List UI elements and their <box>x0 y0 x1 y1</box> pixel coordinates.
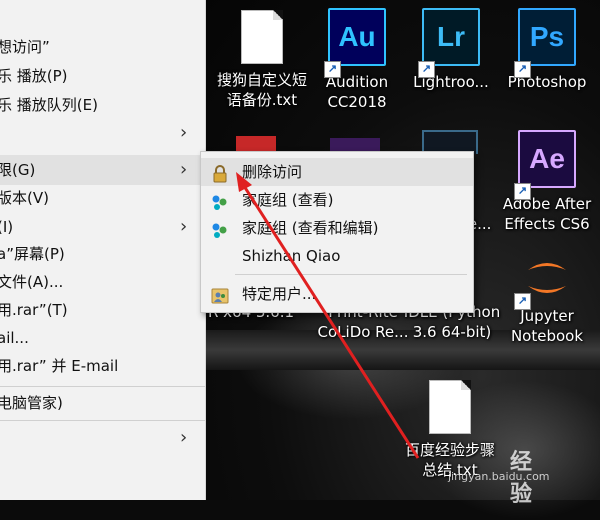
shortcut-arrow-icon: ↗ <box>514 183 531 200</box>
menu-item-compress-email[interactable]: ail... <box>0 323 205 353</box>
submenu-item-homegroup-view[interactable]: 家庭组 (查看) <box>201 186 473 214</box>
homegroup-icon <box>211 220 229 238</box>
photoshop-icon: Ps ↗ <box>514 8 576 78</box>
desktop-icon-label: Adobe After Effects CS6 <box>502 195 592 233</box>
desktop-icon-label: Lightroo... <box>413 73 489 91</box>
submenu-item-specific-people[interactable]: 特定用户... <box>201 280 473 308</box>
menu-item-submenu-2[interactable]: › <box>0 423 205 453</box>
desktop-icon-baidu-txt[interactable]: 百度经验步骤总结.txt <box>400 380 500 480</box>
desktop-icon-lightroom[interactable]: Lr ↗ Lightroo... <box>401 8 501 92</box>
desktop-icon-photoshop[interactable]: Ps ↗ Photoshop <box>497 8 597 92</box>
menu-item-add-archive[interactable]: 文件(A)... <box>0 267 205 297</box>
menu-item-submenu[interactable]: › <box>0 118 205 148</box>
chevron-right-icon: › <box>180 122 188 143</box>
submenu-item-remove-access[interactable]: 删除访问 <box>201 158 473 186</box>
chevron-right-icon: › <box>180 159 188 180</box>
chevron-right-icon: › <box>180 427 188 448</box>
jupyter-icon: ↗ <box>514 256 574 310</box>
menu-item-access[interactable]: 想访问” <box>0 32 205 62</box>
shortcut-arrow-icon: ↗ <box>324 61 341 78</box>
audition-icon: Au ↗ <box>324 8 386 78</box>
context-menu: 想访问” 乐 播放(P) 乐 播放队列(E) › 限(G) › 版本(V) (I… <box>0 0 206 500</box>
lightroom-icon: Lr ↗ <box>418 8 480 78</box>
menu-item-play-queue[interactable]: 乐 播放队列(E) <box>0 90 205 120</box>
shortcut-arrow-icon: ↗ <box>514 293 531 310</box>
menu-item-pin-start[interactable]: a”屏幕(P) <box>0 239 205 269</box>
desktop-icon-audition[interactable]: Au ↗ Audition CC2018 <box>307 8 407 112</box>
desktop-icon-label: Audition CC2018 <box>325 73 389 111</box>
text-file-icon <box>241 10 283 64</box>
desktop-icon-label: 搜狗自定义短语备份.txt <box>216 71 307 109</box>
desktop-icon-label: Jupyter Notebook <box>510 307 584 345</box>
menu-separator <box>0 420 205 421</box>
after-effects-icon: Ae ↗ <box>514 130 576 200</box>
desktop-icon-sogou-txt[interactable]: 搜狗自定义短语备份.txt <box>212 10 312 110</box>
watermark-url: jingyan.baidu.com <box>448 470 550 483</box>
menu-separator <box>0 386 205 387</box>
shortcut-arrow-icon: ↗ <box>514 61 531 78</box>
users-icon <box>211 286 229 304</box>
shortcut-arrow-icon: ↗ <box>418 61 435 78</box>
menu-item-include[interactable]: (I) › <box>0 212 205 242</box>
menu-item-give-access[interactable]: 限(G) › <box>0 155 205 185</box>
menu-item-rar-email[interactable]: 用.rar” 并 E-mail <box>0 351 205 381</box>
give-access-submenu: 删除访问 家庭组 (查看) 家庭组 (查看和编辑) Shizhan Qiao 特… <box>200 151 474 313</box>
desktop-icon-jupyter[interactable]: ↗ Jupyter Notebook <box>497 256 597 346</box>
desktop-icon-after-effects[interactable]: Ae ↗ Adobe After Effects CS6 <box>497 130 597 234</box>
menu-separator <box>235 274 467 275</box>
menu-item-play[interactable]: 乐 播放(P) <box>0 61 205 91</box>
text-file-icon <box>429 380 471 434</box>
desktop-icon-label: Photoshop <box>507 73 587 91</box>
menu-item-pc-manager[interactable]: 电脑管家) <box>0 388 205 418</box>
app-icon-purple-partial <box>330 138 380 152</box>
menu-item-restore-version[interactable]: 版本(V) <box>0 183 205 213</box>
submenu-item-homegroup-edit[interactable]: 家庭组 (查看和编辑) <box>201 214 473 242</box>
lock-icon <box>211 164 229 183</box>
homegroup-icon <box>211 192 229 210</box>
submenu-item-user[interactable]: Shizhan Qiao <box>201 242 473 270</box>
chevron-right-icon: › <box>180 216 188 237</box>
menu-item-add-rar[interactable]: 用.rar”(T) <box>0 295 205 325</box>
